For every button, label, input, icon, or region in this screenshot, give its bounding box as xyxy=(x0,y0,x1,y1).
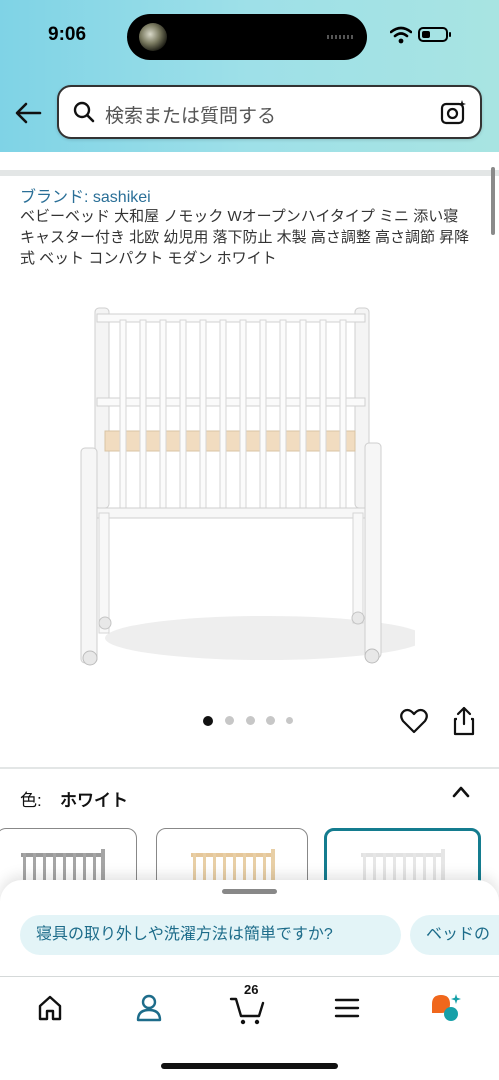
back-arrow-icon[interactable] xyxy=(12,98,44,128)
color-label: 色: xyxy=(20,791,42,810)
cart-count-badge: 26 xyxy=(244,982,259,997)
product-title: ベビーベッド 大和屋 ノモック Wオープンハイタイプ ミニ 添い寝 キャスター付… xyxy=(20,208,470,267)
battery-icon xyxy=(418,27,451,42)
divider xyxy=(0,767,499,769)
account-icon[interactable] xyxy=(129,990,169,1026)
share-icon[interactable] xyxy=(452,706,476,736)
chevron-up-icon[interactable] xyxy=(450,782,472,802)
heart-icon[interactable] xyxy=(400,708,428,734)
search-icon xyxy=(73,101,95,123)
brand-link[interactable]: ブランド: sashikei xyxy=(20,183,151,207)
scrollbar[interactable] xyxy=(491,167,495,235)
camera-search-icon[interactable] xyxy=(440,98,468,126)
search-placeholder: 検索または質問する xyxy=(105,106,277,127)
wifi-icon xyxy=(390,26,412,44)
divider xyxy=(0,976,499,977)
live-activity-indicator xyxy=(327,35,353,39)
carousel-dot[interactable] xyxy=(266,716,275,725)
product-image[interactable] xyxy=(75,298,415,678)
cart-button[interactable]: 26 xyxy=(228,982,268,1026)
rufus-icon[interactable] xyxy=(428,990,468,1026)
image-carousel-indicator[interactable] xyxy=(203,716,303,726)
bottom-sheet: 寝具の取り外しや洗濯方法は簡単ですか? ベッドの 26 xyxy=(0,880,499,1080)
status-time: 9:06 xyxy=(48,24,87,45)
header: 9:06 検索または質問する xyxy=(0,0,499,152)
carousel-dot[interactable] xyxy=(203,716,213,726)
live-activity-thumbnail xyxy=(139,23,167,51)
suggestion-chip[interactable]: 寝具の取り外しや洗濯方法は簡単ですか? xyxy=(20,915,401,955)
sheet-handle[interactable] xyxy=(222,889,277,894)
home-icon[interactable] xyxy=(30,990,70,1026)
carousel-dot[interactable] xyxy=(246,716,255,725)
color-value: ホワイト xyxy=(60,791,128,810)
carousel-dot[interactable] xyxy=(286,717,293,724)
home-indicator[interactable] xyxy=(161,1063,338,1069)
carousel-dot[interactable] xyxy=(225,716,234,725)
dynamic-island xyxy=(127,14,367,60)
search-input[interactable]: 検索または質問する xyxy=(57,85,482,139)
suggestion-chip[interactable]: ベッドの xyxy=(410,915,499,955)
divider xyxy=(0,170,499,176)
menu-icon[interactable] xyxy=(327,990,367,1026)
